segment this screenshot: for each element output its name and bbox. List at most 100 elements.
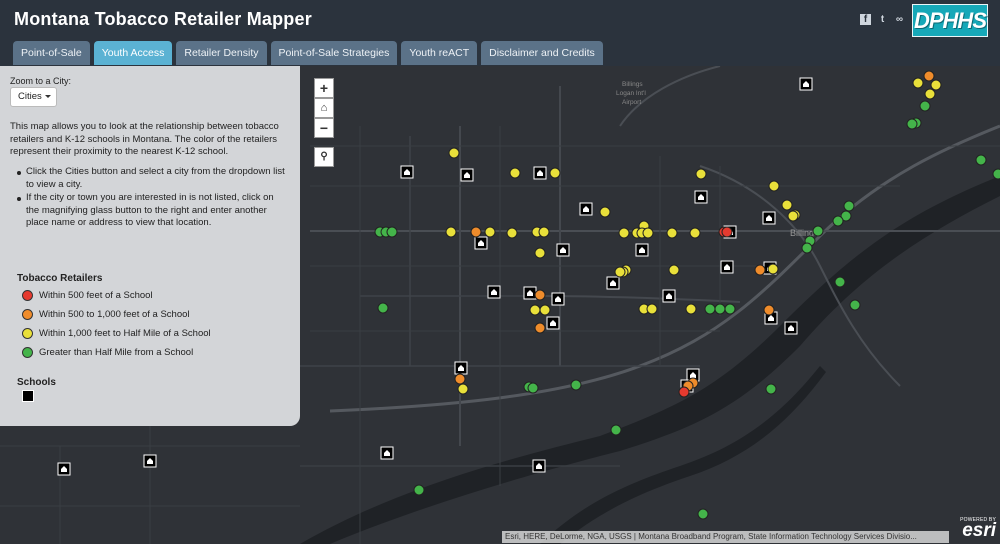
school-marker[interactable] — [662, 289, 676, 303]
retailer-marker[interactable] — [697, 508, 709, 520]
retailer-marker[interactable] — [534, 322, 546, 334]
retailer-marker[interactable] — [457, 383, 469, 395]
retailer-marker[interactable] — [509, 167, 521, 179]
school-marker[interactable] — [532, 459, 546, 473]
retailer-marker[interactable] — [484, 226, 496, 238]
dphhs-logo[interactable]: DPHHS — [912, 4, 988, 37]
retailer-marker[interactable] — [527, 382, 539, 394]
retailer-marker[interactable] — [448, 147, 460, 159]
retailer-marker[interactable] — [721, 226, 733, 238]
school-marker[interactable] — [694, 190, 708, 204]
retailer-marker[interactable] — [754, 264, 766, 276]
retailer-marker[interactable] — [534, 247, 546, 259]
tab-point-of-sale-strategies[interactable]: Point-of-Sale Strategies — [270, 41, 398, 65]
zoom-in-button[interactable]: + — [314, 78, 334, 98]
retailer-marker[interactable] — [689, 227, 701, 239]
retailer-marker[interactable] — [930, 79, 942, 91]
map-attribution[interactable]: Esri, HERE, DeLorme, NGA, USGS | Montana… — [502, 531, 949, 543]
retailer-marker[interactable] — [923, 70, 935, 82]
retailer-marker[interactable] — [992, 168, 1000, 180]
retailer-marker[interactable] — [801, 242, 813, 254]
retailer-marker[interactable] — [812, 225, 824, 237]
retailer-marker[interactable] — [685, 303, 697, 315]
school-marker[interactable] — [474, 236, 488, 250]
school-marker[interactable] — [460, 168, 474, 182]
school-marker[interactable] — [533, 166, 547, 180]
retailer-marker[interactable] — [570, 379, 582, 391]
retailer-marker[interactable] — [539, 304, 551, 316]
school-marker[interactable] — [556, 243, 570, 257]
retailer-marker[interactable] — [843, 200, 855, 212]
retailer-marker[interactable] — [781, 199, 793, 211]
tab-disclaimer-credits[interactable]: Disclaimer and Credits — [481, 41, 603, 65]
retailer-marker[interactable] — [549, 167, 561, 179]
tab-youth-react[interactable]: Youth reACT — [401, 41, 478, 65]
school-marker[interactable] — [579, 202, 593, 216]
tab-youth-access[interactable]: Youth Access — [93, 41, 173, 65]
school-marker[interactable] — [606, 276, 620, 290]
cities-dropdown-button[interactable]: Cities — [10, 87, 57, 107]
school-marker[interactable] — [762, 211, 776, 225]
retailer-marker[interactable] — [924, 88, 936, 100]
school-marker[interactable] — [784, 321, 798, 335]
retailer-marker[interactable] — [413, 484, 425, 496]
legend-item-500ft: Within 500 feet of a School — [22, 290, 153, 301]
home-button[interactable]: ⌂ — [314, 98, 334, 118]
retailer-marker[interactable] — [975, 154, 987, 166]
retailer-marker[interactable] — [599, 206, 611, 218]
retailer-marker[interactable] — [765, 383, 777, 395]
retailer-marker[interactable] — [832, 215, 844, 227]
retailer-marker[interactable] — [506, 227, 518, 239]
retailer-marker[interactable] — [454, 373, 466, 385]
link-icon[interactable]: ∞ — [894, 14, 905, 25]
retailer-marker[interactable] — [678, 386, 690, 398]
facebook-icon[interactable]: f — [860, 14, 871, 25]
retailer-marker[interactable] — [724, 303, 736, 315]
retailer-marker[interactable] — [377, 302, 389, 314]
school-marker[interactable] — [720, 260, 734, 274]
retailer-marker[interactable] — [666, 227, 678, 239]
retailer-marker[interactable] — [538, 226, 550, 238]
zoom-out-button[interactable]: − — [314, 118, 334, 138]
retailer-marker[interactable] — [529, 304, 541, 316]
retailer-marker[interactable] — [695, 168, 707, 180]
retailer-marker[interactable] — [534, 289, 546, 301]
retailer-marker[interactable] — [768, 180, 780, 192]
school-marker[interactable] — [551, 292, 565, 306]
school-marker[interactable] — [380, 446, 394, 460]
retailer-marker[interactable] — [919, 100, 931, 112]
retailer-marker[interactable] — [714, 303, 726, 315]
school-marker[interactable] — [523, 286, 537, 300]
retailer-marker[interactable] — [849, 299, 861, 311]
retailer-marker[interactable] — [642, 227, 654, 239]
retailer-marker[interactable] — [787, 210, 799, 222]
retailer-marker[interactable] — [386, 226, 398, 238]
school-marker[interactable] — [546, 316, 560, 330]
retailer-marker[interactable] — [610, 424, 622, 436]
retailer-marker[interactable] — [767, 263, 779, 275]
school-marker[interactable] — [57, 462, 71, 476]
twitter-icon[interactable]: t — [877, 14, 888, 25]
retailer-marker[interactable] — [445, 226, 457, 238]
school-marker[interactable] — [487, 285, 501, 299]
retailer-marker[interactable] — [618, 227, 630, 239]
retailer-marker[interactable] — [470, 226, 482, 238]
school-marker[interactable] — [454, 361, 468, 375]
instruction-item: Click the Cities button and select a cit… — [17, 166, 288, 191]
tab-point-of-sale[interactable]: Point-of-Sale — [13, 41, 90, 65]
retailer-marker[interactable] — [614, 266, 626, 278]
school-marker[interactable] — [400, 165, 414, 179]
search-button[interactable]: ⚲ — [314, 147, 334, 167]
retailer-marker[interactable] — [668, 264, 680, 276]
tab-retailer-density[interactable]: Retailer Density — [176, 41, 267, 65]
retailer-marker[interactable] — [906, 118, 918, 130]
school-marker[interactable] — [635, 243, 649, 257]
retailer-marker[interactable] — [763, 304, 775, 316]
retailer-marker[interactable] — [646, 303, 658, 315]
retailer-marker[interactable] — [912, 77, 924, 89]
school-marker[interactable] — [143, 454, 157, 468]
retailer-marker[interactable] — [704, 303, 716, 315]
retailer-marker[interactable] — [834, 276, 846, 288]
esri-logo[interactable]: POWERED BY esri — [956, 517, 996, 543]
school-marker[interactable] — [799, 77, 813, 91]
